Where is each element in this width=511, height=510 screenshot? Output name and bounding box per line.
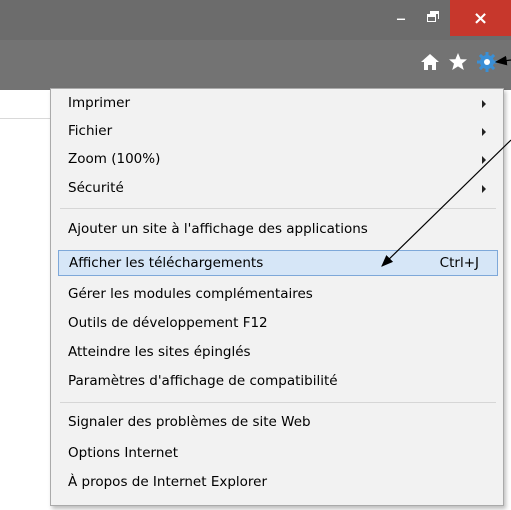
submenu-arrow-icon: [482, 128, 486, 136]
menu-item-label: Afficher les téléchargements: [69, 255, 264, 271]
tools-menu: Imprimer Fichier Zoom (100%) Sécurité Aj…: [50, 88, 504, 506]
menu-item-afficher-telechargements[interactable]: Afficher les téléchargements Ctrl+J: [58, 250, 498, 276]
menu-item-label: Gérer les modules complémentaires: [68, 286, 313, 302]
menu-item-options-internet[interactable]: Options Internet: [58, 441, 498, 467]
restore-icon: [426, 11, 439, 22]
menu-item-securite[interactable]: Sécurité: [58, 176, 498, 202]
menu-item-fichier[interactable]: Fichier: [58, 119, 498, 145]
minimize-icon: –: [396, 6, 406, 30]
shortcut-label: Ctrl+J: [439, 255, 479, 271]
home-icon[interactable]: [418, 50, 442, 74]
menu-item-label: Sécurité: [68, 180, 124, 196]
menu-item-label: Zoom (100%): [68, 151, 161, 167]
menu-item-label: Signaler des problèmes de site Web: [68, 414, 311, 430]
divider: [0, 118, 50, 119]
gear-icon[interactable]: [475, 50, 499, 74]
menu-item-signaler[interactable]: Signaler des problèmes de site Web: [58, 410, 498, 436]
menu-item-sites-epingles[interactable]: Atteindre les sites épinglés: [58, 340, 498, 366]
menu-item-label: Outils de développement F12: [68, 315, 268, 331]
menu-item-a-propos[interactable]: À propos de Internet Explorer: [58, 470, 498, 496]
menu-item-label: À propos de Internet Explorer: [68, 474, 268, 490]
menu-item-label: Ajouter un site à l'affichage des applic…: [68, 221, 368, 237]
menu-separator: [60, 402, 496, 403]
menu-item-label: Atteindre les sites épinglés: [68, 344, 251, 360]
menu-item-label: Imprimer: [68, 95, 131, 111]
submenu-arrow-icon: [482, 185, 486, 193]
menu-item-ajouter-site[interactable]: Ajouter un site à l'affichage des applic…: [58, 217, 498, 243]
menu-item-imprimer[interactable]: Imprimer: [58, 91, 498, 117]
minimize-button[interactable]: –: [387, 0, 415, 36]
close-button[interactable]: ×: [450, 0, 511, 36]
menu-item-gerer-modules[interactable]: Gérer les modules complémentaires: [58, 282, 498, 308]
submenu-arrow-icon: [482, 156, 486, 164]
menu-item-zoom[interactable]: Zoom (100%): [58, 147, 498, 173]
close-icon: ×: [472, 7, 489, 29]
menu-item-label: Fichier: [68, 123, 113, 139]
star-icon[interactable]: [446, 50, 470, 74]
submenu-arrow-icon: [482, 100, 486, 108]
menu-item-outils-f12[interactable]: Outils de développement F12: [58, 311, 498, 337]
menu-separator: [60, 208, 496, 209]
menu-item-label: Options Internet: [68, 445, 178, 461]
menu-item-label: Paramètres d'affichage de compatibilité: [68, 373, 338, 389]
menu-item-compatibilite[interactable]: Paramètres d'affichage de compatibilité: [58, 369, 498, 395]
maximize-button[interactable]: [417, 0, 445, 36]
